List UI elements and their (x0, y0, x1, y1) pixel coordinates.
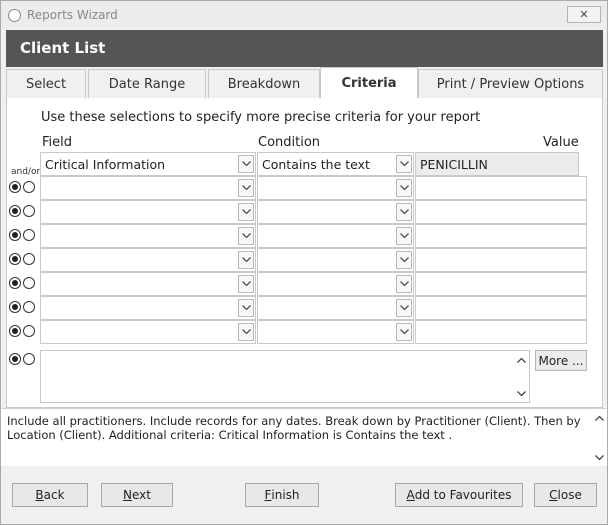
chevron-down-icon[interactable] (396, 227, 412, 245)
and-radio[interactable] (9, 205, 21, 217)
criteria-instructions: Use these selections to specify more pre… (41, 110, 481, 125)
criteria-value-field[interactable] (415, 248, 587, 272)
and-radio[interactable] (9, 277, 21, 289)
page-title: Client List (20, 39, 106, 57)
or-radio[interactable] (23, 205, 35, 217)
page-header: Client List (6, 30, 603, 67)
criteria-condition-select[interactable] (257, 320, 414, 344)
and-radio[interactable] (9, 325, 21, 337)
criteria-condition-select[interactable]: Contains the text (257, 152, 414, 176)
criteria-field-select[interactable] (40, 248, 256, 272)
chevron-down-icon[interactable] (238, 299, 254, 317)
criteria-condition-select[interactable] (257, 176, 414, 200)
chevron-down-icon[interactable] (396, 155, 412, 173)
criteria-memo-field[interactable] (40, 350, 530, 403)
tab-strip: Select Date Range Breakdown Criteria Pri… (6, 67, 603, 98)
condition-column-header: Condition (258, 135, 321, 150)
chevron-down-icon[interactable] (238, 251, 254, 269)
chevron-down-icon[interactable] (238, 155, 254, 173)
criteria-value-field[interactable] (415, 296, 587, 320)
criteria-condition-select[interactable] (257, 272, 414, 296)
or-radio[interactable] (23, 301, 35, 313)
app-icon (8, 9, 21, 22)
summary-panel: Include all practitioners. Include recor… (1, 408, 607, 466)
criteria-field-select[interactable] (40, 296, 256, 320)
report-summary-text: Include all practitioners. Include recor… (7, 414, 581, 442)
and-radio[interactable] (9, 253, 21, 265)
or-radio[interactable] (23, 229, 35, 241)
criteria-value-field[interactable]: PENICILLIN (415, 152, 579, 176)
field-column-header: Field (42, 135, 73, 150)
and-radio[interactable] (9, 353, 21, 365)
summary-scrollbar[interactable] (591, 409, 605, 467)
value-column-header: Value (543, 135, 579, 150)
criteria-field-select[interactable] (40, 272, 256, 296)
finish-button[interactable]: Finish (245, 483, 319, 507)
criteria-field-select[interactable]: Critical Information (40, 152, 256, 176)
chevron-down-icon[interactable] (238, 179, 254, 197)
tab-select[interactable]: Select (6, 69, 86, 98)
chevron-down-icon[interactable] (396, 203, 412, 221)
and-radio[interactable] (9, 229, 21, 241)
chevron-down-icon[interactable] (238, 203, 254, 221)
chevron-down-icon[interactable] (396, 323, 412, 341)
and-radio[interactable] (9, 181, 21, 193)
chevron-down-icon[interactable] (396, 179, 412, 197)
criteria-condition-select[interactable] (257, 248, 414, 272)
criteria-field-select[interactable] (40, 176, 256, 200)
criteria-condition-select[interactable] (257, 296, 414, 320)
criteria-value-field[interactable] (415, 200, 587, 224)
close-button[interactable]: Close (534, 483, 597, 507)
criteria-condition-select[interactable] (257, 224, 414, 248)
tab-criteria[interactable]: Criteria (320, 67, 418, 98)
criteria-value-field[interactable] (415, 272, 587, 296)
window-title: Reports Wizard (27, 8, 118, 22)
and-radio[interactable] (9, 301, 21, 313)
chevron-down-icon[interactable] (396, 275, 412, 293)
or-radio[interactable] (23, 353, 35, 365)
or-radio[interactable] (23, 253, 35, 265)
criteria-condition-select[interactable] (257, 200, 414, 224)
or-radio[interactable] (23, 277, 35, 289)
reports-wizard-window: Reports Wizard ✕ Client List Select Date… (0, 0, 608, 525)
criteria-value-field[interactable] (415, 224, 587, 248)
window-close-button[interactable]: ✕ (567, 6, 601, 23)
criteria-field-select[interactable] (40, 224, 256, 248)
chevron-down-icon[interactable] (238, 275, 254, 293)
or-radio[interactable] (23, 325, 35, 337)
criteria-field-select[interactable] (40, 320, 256, 344)
chevron-down-icon[interactable] (238, 323, 254, 341)
and-or-label: and/or (11, 167, 41, 177)
chevron-down-icon[interactable] (396, 251, 412, 269)
chevron-down-icon[interactable] (513, 387, 529, 401)
chevron-up-icon[interactable] (513, 353, 529, 367)
chevron-up-icon[interactable] (591, 411, 607, 425)
tab-breakdown[interactable]: Breakdown (208, 69, 320, 98)
more-button[interactable]: More ... (535, 350, 587, 371)
next-button[interactable]: Next (101, 483, 173, 507)
chevron-down-icon[interactable] (396, 299, 412, 317)
chevron-down-icon[interactable] (238, 227, 254, 245)
title-bar: Reports Wizard ✕ (1, 1, 607, 29)
criteria-value-field[interactable] (415, 320, 587, 344)
close-icon: ✕ (579, 8, 589, 21)
memo-scrollbar[interactable] (513, 351, 529, 402)
criteria-field-select[interactable] (40, 200, 256, 224)
chevron-down-icon[interactable] (591, 451, 607, 465)
criteria-value-field[interactable] (415, 176, 587, 200)
tab-date-range[interactable]: Date Range (88, 69, 206, 98)
criteria-panel: Use these selections to specify more pre… (6, 98, 603, 408)
back-button[interactable]: Back (12, 483, 88, 507)
tab-print-preview-options[interactable]: Print / Preview Options (418, 69, 603, 98)
or-radio[interactable] (23, 181, 35, 193)
add-to-favourites-button[interactable]: Add to Favourites (395, 483, 523, 507)
